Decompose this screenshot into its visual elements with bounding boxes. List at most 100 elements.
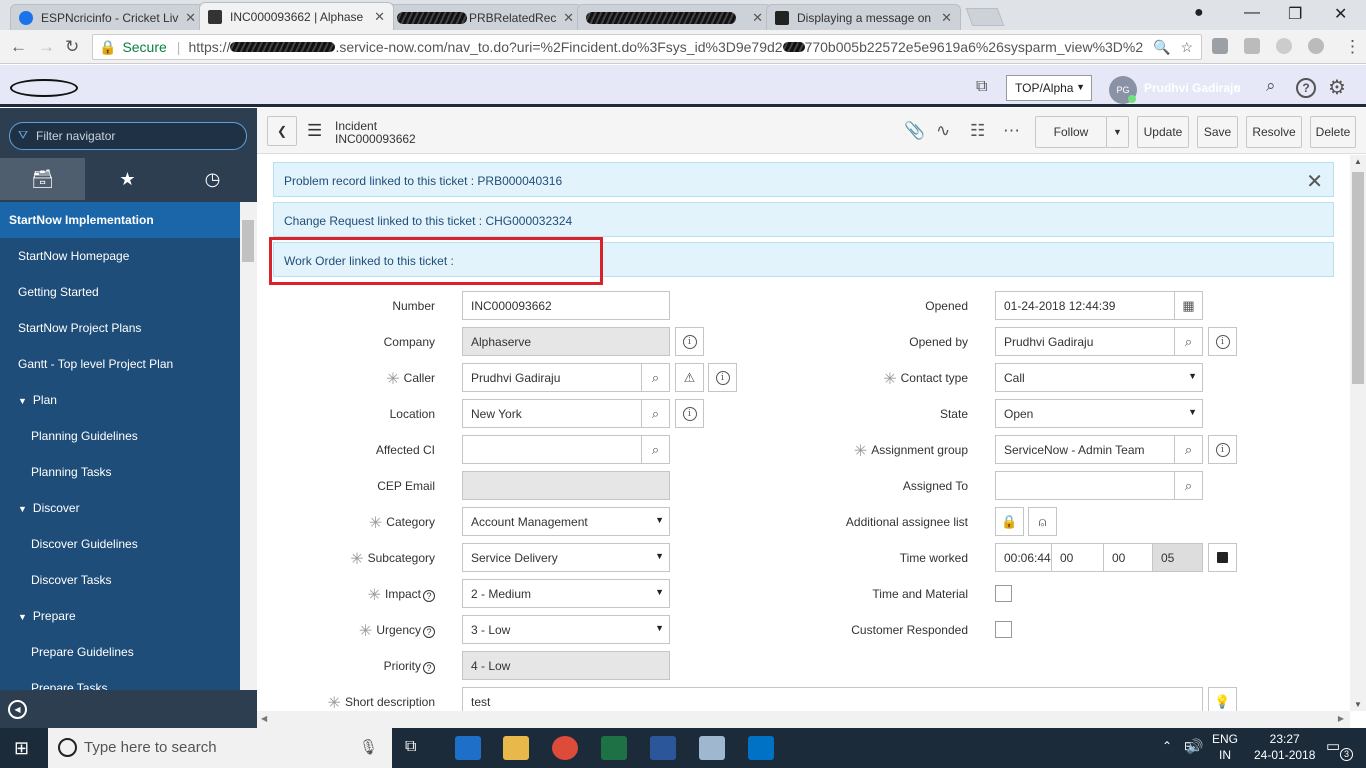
close-tab-icon[interactable]: ✕ <box>752 10 763 26</box>
browser-tab-espn[interactable]: ESPNcricinfo - Cricket Liv ✕ <box>10 4 205 30</box>
chrome-icon[interactable] <box>552 736 578 760</box>
scope-selector[interactable]: TOP/Alpha ▼ <box>1006 75 1092 101</box>
close-tab-icon[interactable]: ✕ <box>941 10 952 26</box>
paperclip-icon[interactable]: 📎 <box>904 121 925 141</box>
opened-calendar-button[interactable]: ▦ <box>1174 291 1203 320</box>
close-tab-icon[interactable]: ✕ <box>563 10 574 26</box>
assigned-to-field[interactable] <box>995 471 1175 500</box>
assigned-to-lookup-button[interactable]: ⌕ <box>1174 471 1203 500</box>
nav-module[interactable]: Discover Tasks <box>0 562 240 598</box>
extension-icon[interactable] <box>1244 38 1260 54</box>
delete-button[interactable]: Delete <box>1310 116 1356 148</box>
search-icon[interactable]: ⌕ <box>1266 76 1276 96</box>
opened-by-lookup-button[interactable]: ⌕ <box>1174 327 1203 356</box>
action-center-icon[interactable]: ▭ <box>1326 737 1340 755</box>
opened-by-field[interactable]: Prudhvi Gadiraju <box>995 327 1175 356</box>
zoom-icon[interactable]: 🔍 <box>1153 39 1170 56</box>
url-bar[interactable]: 🔒 Secure | https:// .service-now.com/nav_… <box>92 34 1202 60</box>
additional-assignee-lock-button[interactable]: 🔒 <box>995 507 1024 536</box>
extension-icon[interactable] <box>1276 38 1292 54</box>
number-field[interactable]: INC000093662 <box>462 291 670 320</box>
excel-icon[interactable] <box>601 736 627 760</box>
task-view-icon[interactable]: ⧉ <box>405 738 416 756</box>
nav-module[interactable]: Planning Tasks <box>0 454 240 490</box>
caller-field[interactable]: Prudhvi Gadiraju <box>462 363 642 392</box>
nav-module[interactable]: Gantt - Top level Project Plan <box>0 346 240 382</box>
close-icon[interactable]: ✕ <box>1306 169 1323 194</box>
cep-email-field[interactable] <box>462 471 670 500</box>
filter-navigator-input[interactable]: ⛛ Filter navigator <box>9 122 247 150</box>
browser-tab-prb[interactable]: PRBRelatedRec ✕ <box>388 4 583 30</box>
seconds-input[interactable]: 05 <box>1152 543 1203 572</box>
minutes-input[interactable]: 00 <box>1103 543 1153 572</box>
priority-field[interactable]: 4 - Low <box>462 651 670 680</box>
browser-tab-redacted[interactable]: ✕ <box>577 4 772 30</box>
assignment-group-lookup-button[interactable]: ⌕ <box>1174 435 1203 464</box>
nav-group-plan[interactable]: ▼ Plan <box>0 382 240 418</box>
extension-icon[interactable] <box>1212 38 1228 54</box>
form-horizontal-scrollbar[interactable]: ◀ ▶ <box>257 711 1350 728</box>
help-icon[interactable]: ? <box>423 590 435 602</box>
add-me-button[interactable]: ⍝ <box>1028 507 1057 536</box>
timer-stop-button[interactable] <box>1208 543 1237 572</box>
reload-icon[interactable]: ↻ <box>65 37 79 57</box>
follow-button[interactable]: Follow <box>1035 116 1107 148</box>
system-clock[interactable]: 23:27 24-01-2018 <box>1254 731 1315 763</box>
scroll-up-icon[interactable]: ▲ <box>1354 157 1362 166</box>
edge-icon[interactable] <box>455 736 481 760</box>
company-info-button[interactable]: i <box>675 327 704 356</box>
activity-stream-icon[interactable]: ∿ <box>936 121 950 141</box>
file-explorer-icon[interactable] <box>503 736 529 760</box>
nav-module[interactable]: Prepare Tasks <box>0 670 240 690</box>
input-language-indicator[interactable]: ENG IN <box>1212 731 1238 763</box>
location-lookup-button[interactable]: ⌕ <box>641 399 670 428</box>
back-icon[interactable]: ← <box>10 37 27 57</box>
back-button[interactable]: ❮ <box>267 116 297 146</box>
nav-module[interactable]: Prepare Guidelines <box>0 634 240 670</box>
form-vertical-scrollbar[interactable]: ▲ ▼ <box>1350 155 1366 711</box>
outlook-icon[interactable] <box>748 736 774 760</box>
microphone-icon[interactable]: 🎙 <box>359 738 378 756</box>
minimize-icon[interactable]: — <box>1244 4 1260 22</box>
collapse-navigator-icon[interactable]: ◀ <box>8 700 27 719</box>
volume-icon[interactable]: 🔊 <box>1186 738 1203 755</box>
subcategory-select[interactable]: Service Delivery <box>462 543 670 572</box>
caller-lookup-button[interactable]: ⌕ <box>641 363 670 392</box>
follow-dropdown-button[interactable]: ▼ <box>1106 116 1129 148</box>
navigator-scrollbar[interactable] <box>240 202 257 690</box>
scroll-left-icon[interactable]: ◀ <box>261 714 267 723</box>
application-scope-icon[interactable]: ⧉ <box>976 78 987 96</box>
opened-field[interactable]: 01-24-2018 12:44:39 <box>995 291 1175 320</box>
company-logo[interactable] <box>10 79 78 97</box>
short-description-field[interactable]: test <box>462 687 1203 711</box>
hours-input[interactable]: 00 <box>1051 543 1104 572</box>
nav-module[interactable]: StartNow Homepage <box>0 238 240 274</box>
nav-module[interactable]: Discover Guidelines <box>0 526 240 562</box>
affected-ci-lookup-button[interactable]: ⌕ <box>641 435 670 464</box>
scrollbar-thumb[interactable] <box>242 220 254 262</box>
nav-module[interactable]: StartNow Project Plans <box>0 310 240 346</box>
nav-group-discover[interactable]: ▼ Discover <box>0 490 240 526</box>
assignment-group-field[interactable]: ServiceNow - Admin Team <box>995 435 1175 464</box>
location-info-button[interactable]: i <box>675 399 704 428</box>
tray-chevron-up-icon[interactable]: ⌃ <box>1162 739 1172 753</box>
help-icon[interactable]: ? <box>1296 78 1316 98</box>
account-icon[interactable]: ● <box>1194 4 1204 22</box>
scrollbar-thumb[interactable] <box>1352 172 1364 384</box>
impact-select[interactable]: 2 - Medium <box>462 579 670 608</box>
tab-favorites[interactable]: ★ <box>85 158 170 200</box>
taskbar-search-box[interactable]: Type here to search 🎙 <box>48 728 392 768</box>
chrome-menu-icon[interactable]: ⋮ <box>1344 37 1361 57</box>
nav-group-prepare[interactable]: ▼ Prepare <box>0 598 240 634</box>
browser-tab-incident[interactable]: INC000093662 | Alphase ✕ <box>199 2 394 30</box>
state-select[interactable]: Open <box>995 399 1203 428</box>
help-icon[interactable]: ? <box>423 662 435 674</box>
assignment-group-info-button[interactable]: i <box>1208 435 1237 464</box>
scroll-right-icon[interactable]: ▶ <box>1338 714 1344 723</box>
browser-tab-message[interactable]: Displaying a message on ✕ <box>766 4 961 30</box>
gear-icon[interactable]: ⚙ <box>1328 75 1346 100</box>
category-select[interactable]: Account Management <box>462 507 670 536</box>
bookmark-star-icon[interactable]: ☆ <box>1180 39 1193 56</box>
opened-by-info-button[interactable]: i <box>1208 327 1237 356</box>
time-and-material-checkbox[interactable] <box>995 585 1012 602</box>
